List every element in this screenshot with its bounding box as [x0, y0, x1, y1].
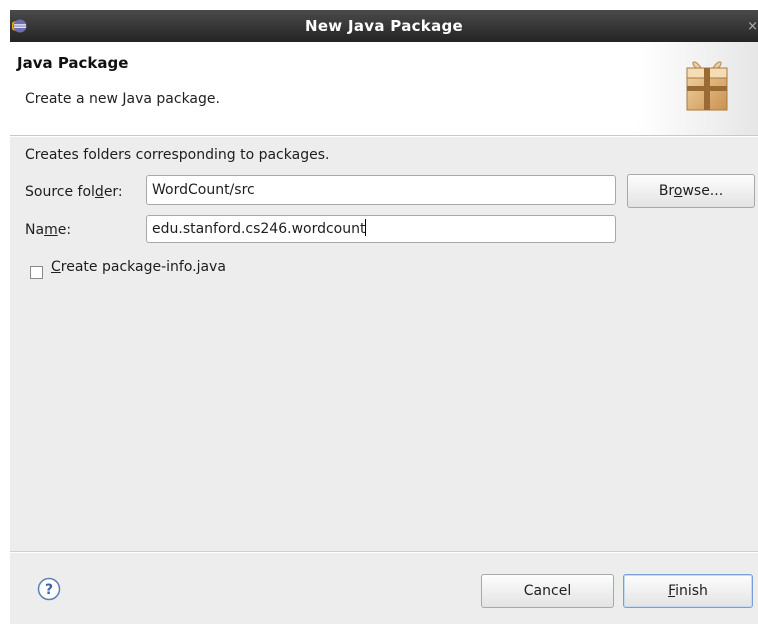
package-name-input[interactable]: edu.stanford.cs246.wordcount	[146, 215, 616, 243]
help-icon[interactable]: ?	[37, 577, 61, 601]
browse-button[interactable]: Browse...	[627, 174, 755, 208]
window-title: New Java Package	[304, 17, 464, 35]
source-folder-input[interactable]: WordCount/src	[146, 175, 616, 205]
wizard-banner: Java Package Create a new Java package.	[10, 42, 758, 135]
close-icon[interactable]: ×	[747, 19, 758, 34]
footer-separator-highlight	[10, 552, 758, 553]
package-info-checkbox[interactable]	[30, 266, 43, 279]
banner-title: Java Package	[17, 54, 129, 72]
source-folder-label: Source folder:	[25, 184, 123, 200]
package-info-label[interactable]: Create package-info.java	[51, 259, 226, 275]
package-icon	[686, 61, 728, 111]
name-label: Name:	[25, 222, 72, 238]
intro-text: Creates folders corresponding to package…	[25, 147, 330, 163]
new-java-package-dialog: New Java Package × Java Package Create a…	[10, 10, 758, 624]
text-caret	[365, 219, 367, 236]
title-bar[interactable]: New Java Package ×	[10, 10, 758, 42]
banner-description: Create a new Java package.	[25, 91, 220, 107]
banner-separator-highlight	[10, 136, 758, 137]
cancel-button[interactable]: Cancel	[481, 574, 614, 608]
finish-button[interactable]: Finish	[623, 574, 753, 608]
svg-text:?: ?	[45, 582, 53, 598]
